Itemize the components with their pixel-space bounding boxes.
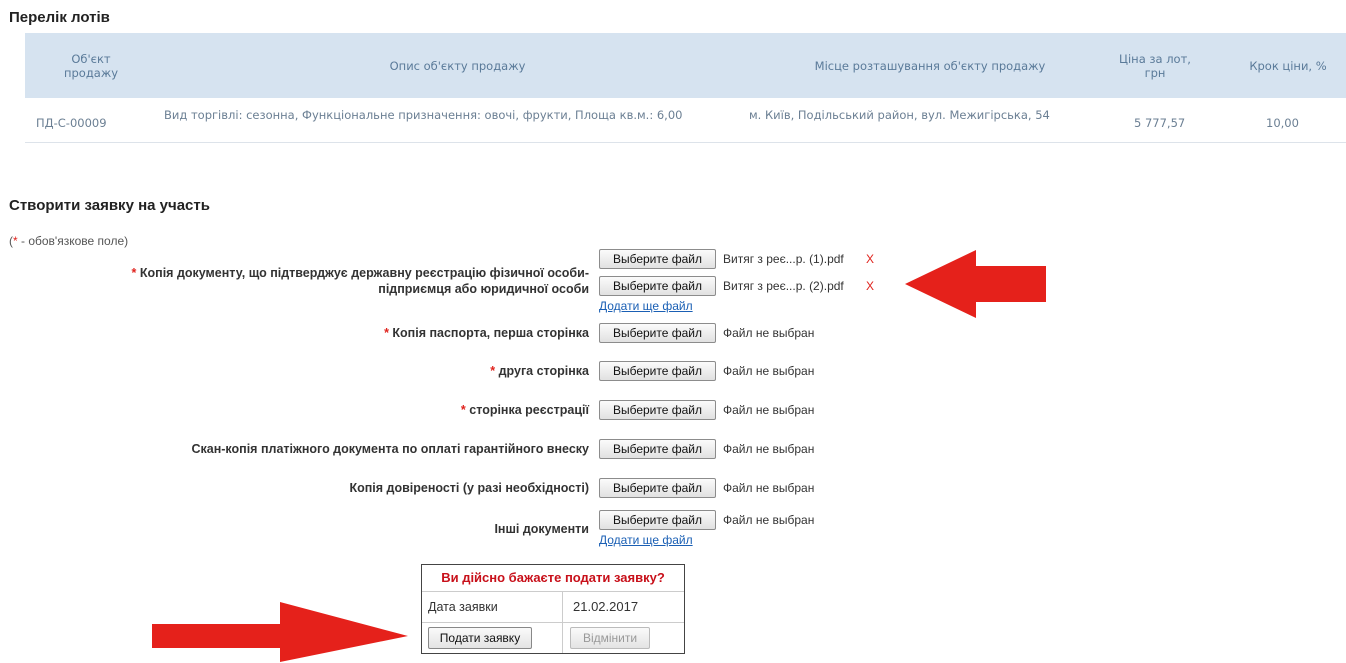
lots-table-header: Об'єкт продажу Опис об'єкту продажу Місц… [25, 33, 1346, 98]
cell-location: м. Київ, Подільський район, вул. Межигір… [749, 108, 1050, 122]
button-divider [562, 623, 563, 653]
col-header-object: Об'єкт продажу [63, 51, 119, 80]
label-payment-scan: Скан-копія платіжного документа по оплат… [191, 442, 589, 456]
row-divider [25, 142, 1346, 143]
date-row: Дата заявки 21.02.2017 [422, 592, 684, 623]
choose-file-button[interactable]: Выберите файл [599, 478, 716, 498]
confirm-dialog: Ви дійсно бажаєте подати заявку? Дата за… [421, 564, 685, 654]
arrow-right-icon [152, 602, 408, 662]
col-header-description: Опис об'єкту продажу [389, 58, 526, 73]
confirm-question: Ви дійсно бажаєте подати заявку? [422, 565, 684, 592]
required-note: (* - обов'язкове поле) [9, 234, 128, 248]
label-passport-registration-text: сторінка реєстрації [469, 403, 589, 417]
col-header-price: Ціна за лот, грн [1119, 51, 1191, 80]
remove-file-icon[interactable]: X [866, 277, 874, 295]
file-name: Витяг з реє...р. (2).pdf [723, 279, 844, 293]
label-passport-second-text: друга сторінка [498, 364, 589, 378]
choose-file-button[interactable]: Выберите файл [599, 361, 716, 381]
file-name: Витяг з реє...р. (1).pdf [723, 252, 844, 266]
col-header-location: Місце розташування об'єкту продажу [814, 58, 1046, 73]
label-power-of-attorney: Копія довіреності (у разі необхідності) [349, 481, 589, 495]
label-passport-first: * Копія паспорта, перша сторінка [384, 325, 589, 341]
label-other-docs: Інші документи [494, 522, 589, 536]
choose-file-button[interactable]: Выберите файл [599, 276, 716, 296]
no-file-status: Файл не выбран [723, 364, 815, 378]
no-file-status: Файл не выбран [723, 513, 815, 527]
cancel-button[interactable]: Відмінити [570, 627, 650, 649]
choose-file-button[interactable]: Выберите файл [599, 249, 716, 269]
submit-application-button[interactable]: Подати заявку [428, 627, 532, 649]
cell-description: Вид торгівлі: сезонна, Функціональне при… [164, 108, 683, 122]
label-passport-second: * друга сторінка [490, 363, 589, 379]
required-mark: * [490, 364, 496, 378]
choose-file-button[interactable]: Выберите файл [599, 439, 716, 459]
lots-title: Перелік лотів [9, 9, 110, 26]
cell-object: ПД-С-00009 [36, 116, 107, 130]
label-registration-doc: * Копія документу, що підтверджує держав… [132, 265, 589, 297]
label-passport-first-text: Копія паспорта, перша сторінка [392, 326, 589, 340]
arrow-left-icon [905, 250, 1046, 318]
required-mark: * [131, 266, 137, 280]
no-file-status: Файл не выбран [723, 481, 815, 495]
label-registration-line1: Копія документу, що підтверджує державну… [139, 266, 589, 280]
cell-price: 5 777,57 [1134, 116, 1186, 130]
no-file-status: Файл не выбран [723, 403, 815, 417]
choose-file-button[interactable]: Выберите файл [599, 510, 716, 530]
no-file-status: Файл не выбран [723, 442, 815, 456]
col-header-step: Крок ціни, % [1249, 58, 1327, 73]
add-file-link[interactable]: Додати ще файл [599, 533, 693, 547]
remove-file-icon[interactable]: X [866, 250, 874, 268]
required-note-text: - обов'язкове поле) [17, 234, 129, 248]
form-title: Створити заявку на участь [9, 197, 210, 214]
choose-file-button[interactable]: Выберите файл [599, 400, 716, 420]
date-value: 21.02.2017 [562, 592, 684, 622]
required-mark: * [460, 403, 466, 417]
required-mark: * [384, 326, 389, 340]
date-label: Дата заявки [428, 600, 498, 614]
cell-step: 10,00 [1266, 116, 1299, 130]
no-file-status: Файл не выбран [723, 326, 815, 340]
label-registration-line2: підприємця або юридичної особи [378, 282, 589, 296]
label-passport-registration: * сторінка реєстрації [461, 402, 589, 418]
add-file-link[interactable]: Додати ще файл [599, 299, 693, 313]
choose-file-button[interactable]: Выберите файл [599, 323, 716, 343]
